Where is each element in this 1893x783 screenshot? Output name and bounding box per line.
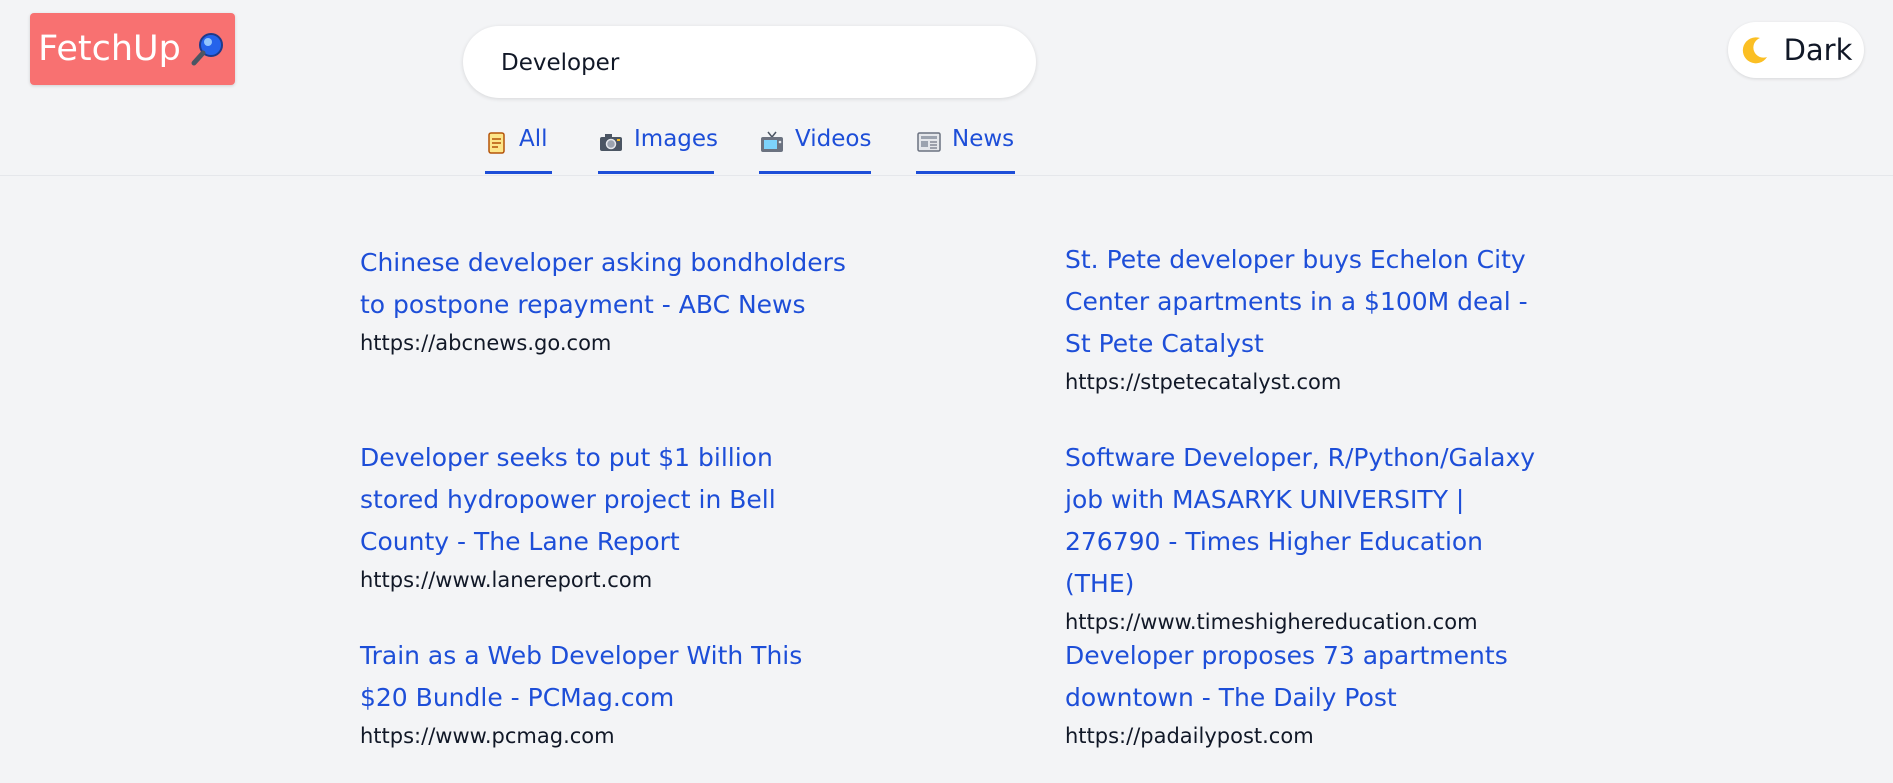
search-result: Developer proposes 73 apartments downtow… [1065, 635, 1555, 751]
result-title-link[interactable]: Train as a Web Developer With This $20 B… [360, 635, 850, 719]
television-icon [759, 130, 785, 156]
tab-images[interactable]: Images [598, 126, 718, 174]
logo-button[interactable]: FetchUp [30, 13, 235, 85]
result-url: https://www.timeshighereducation.com [1065, 610, 1478, 634]
theme-toggle-button[interactable]: Dark [1728, 22, 1864, 78]
page: FetchUp Dark [0, 0, 1893, 783]
tab-videos[interactable]: Videos [759, 126, 871, 174]
search-input[interactable] [499, 26, 1003, 100]
search-result: Software Developer, R/Python/Galaxy job … [1065, 437, 1555, 637]
result-url: https://www.lanereport.com [360, 568, 653, 592]
result-url: https://padailypost.com [1065, 724, 1314, 748]
tab-images-label: Images [634, 126, 719, 152]
camera-icon [598, 130, 624, 154]
search-box[interactable] [463, 26, 1036, 100]
result-url: https://stpetecatalyst.com [1065, 370, 1342, 394]
newspaper-icon [916, 130, 942, 154]
search-result: Train as a Web Developer With This $20 B… [360, 635, 850, 751]
logo-text: FetchUp [38, 29, 181, 69]
tab-all[interactable]: All [485, 126, 552, 174]
theme-toggle-label: Dark [1783, 33, 1853, 67]
result-title-link[interactable]: Developer proposes 73 apartments downtow… [1065, 635, 1555, 719]
result-url: https://abcnews.go.com [360, 331, 612, 355]
result-title-link[interactable]: Software Developer, R/Python/Galaxy job … [1065, 437, 1555, 605]
crescent-moon-icon [1740, 35, 1770, 65]
result-title-link[interactable]: St. Pete developer buys Echelon City Cen… [1065, 239, 1555, 365]
tab-news[interactable]: News [916, 126, 1015, 174]
search-result: Chinese developer asking bondholders to … [360, 242, 850, 358]
magnifying-glass-icon [189, 30, 227, 68]
tab-news-label: News [952, 126, 1015, 152]
result-url: https://www.pcmag.com [360, 724, 615, 748]
result-title-link[interactable]: Developer seeks to put $1 billion stored… [360, 437, 850, 563]
tab-videos-label: Videos [795, 126, 872, 152]
scroll-icon [485, 130, 509, 156]
tab-all-label: All [519, 126, 548, 152]
search-result: St. Pete developer buys Echelon City Cen… [1065, 239, 1555, 397]
result-title-link[interactable]: Chinese developer asking bondholders to … [360, 242, 850, 326]
search-result: Developer seeks to put $1 billion stored… [360, 437, 850, 595]
